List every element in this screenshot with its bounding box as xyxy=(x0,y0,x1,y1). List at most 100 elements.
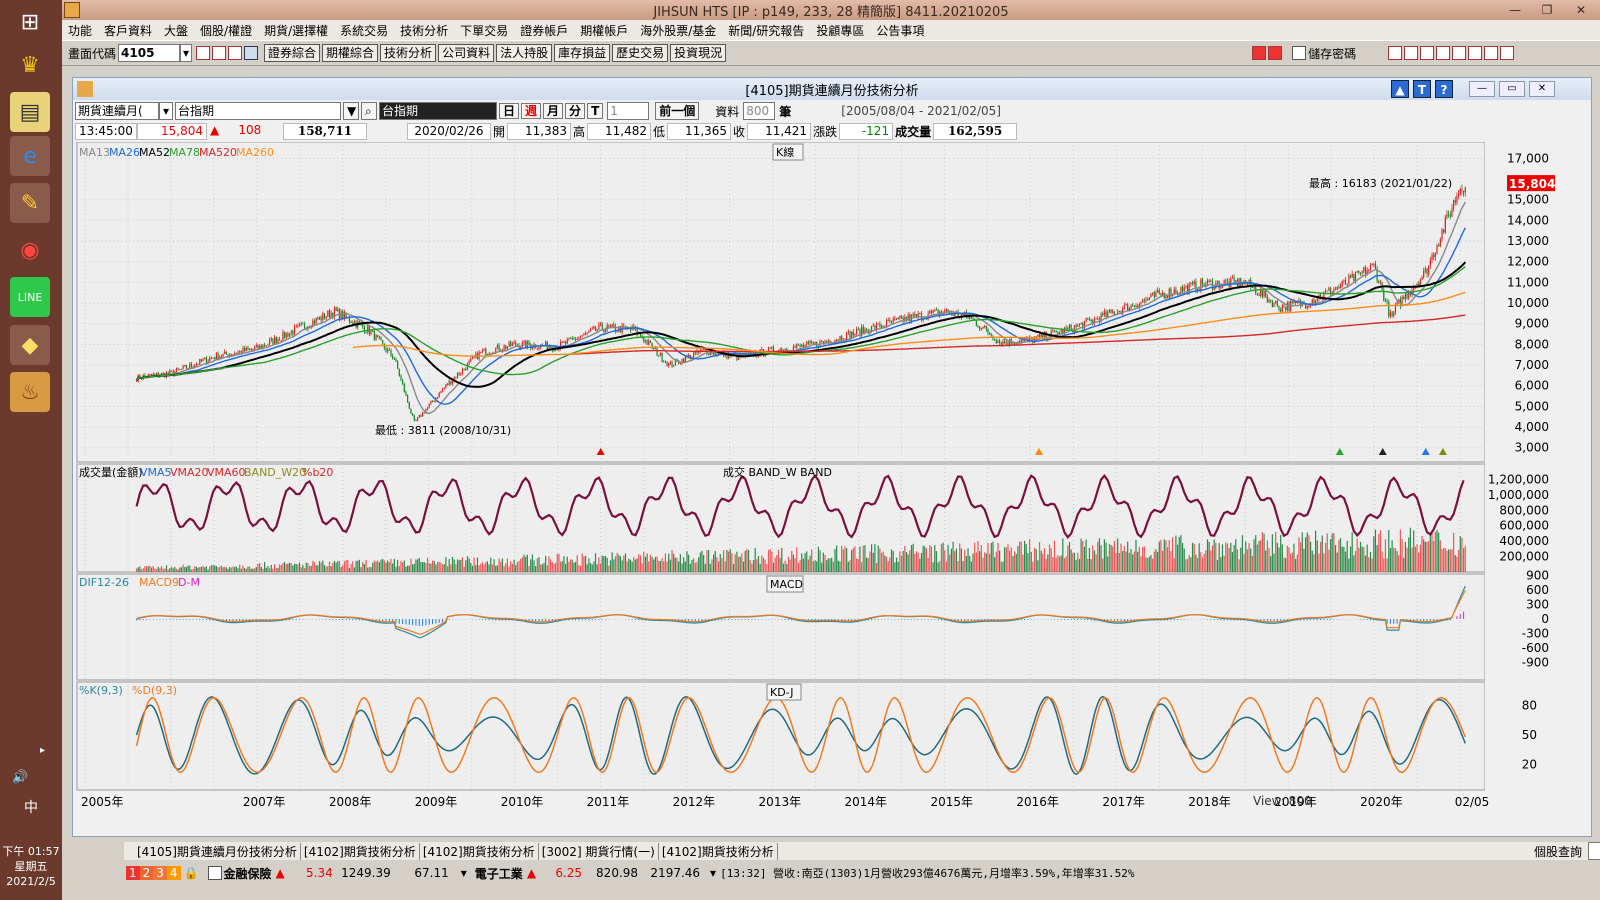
toolbar-button-4[interactable]: 法人持股 xyxy=(496,43,553,62)
menu-item-9[interactable]: 期權帳戶 xyxy=(580,22,628,39)
menu-item-10[interactable]: 海外股票/基金 xyxy=(640,22,716,39)
inner-restore-icon[interactable]: ▭ xyxy=(1499,81,1525,97)
save-password-checkbox[interactable] xyxy=(1292,46,1307,60)
search-red-icon[interactable] xyxy=(196,46,211,60)
page-2-icon[interactable]: 2 xyxy=(139,866,154,880)
right-query[interactable]: 個股查詢 xyxy=(1534,843,1582,860)
close-icon[interactable]: ✕ xyxy=(1566,0,1596,20)
crown-icon[interactable]: ♛ xyxy=(10,45,50,85)
code-input[interactable]: 4105 xyxy=(118,44,181,62)
tool-icon-5[interactable] xyxy=(1452,46,1467,60)
lock-icon[interactable]: 🔒 xyxy=(181,866,202,880)
search-icon[interactable]: ⌕ xyxy=(361,102,377,120)
period-4[interactable]: T xyxy=(587,103,604,119)
tab-0[interactable]: [4105]期貨連續月份技術分析 xyxy=(134,842,301,860)
help-icon[interactable]: ? xyxy=(1435,80,1453,98)
tab-1[interactable]: [4102]期貨技術分析 xyxy=(301,842,420,860)
tray-expand-icon[interactable]: ▸ xyxy=(40,745,45,756)
volume-bar xyxy=(1228,548,1230,572)
inner-minimize-icon[interactable]: — xyxy=(1469,81,1495,97)
save-password-label: 儲存密碼 xyxy=(1308,46,1357,61)
windows-start-icon[interactable]: ⊞ xyxy=(10,2,50,42)
tool-icon-3[interactable] xyxy=(1420,46,1435,60)
speaker-icon[interactable]: 🔊 xyxy=(12,770,28,785)
candle-body xyxy=(1022,339,1024,341)
contract-select[interactable]: 期貨連續月( xyxy=(75,102,159,120)
period-1[interactable]: 週 xyxy=(521,103,542,119)
line-icon[interactable]: LINE xyxy=(10,277,50,317)
toolbar-button-2[interactable]: 技術分析 xyxy=(380,43,437,62)
chart-area[interactable]: 2005年 2007年 2008年 2009年 2010年 2011年 2012年 2013年… xyxy=(73,142,1591,812)
toolbar-button-6[interactable]: 歷史交易 xyxy=(612,43,669,62)
tool-icon-2[interactable] xyxy=(1404,46,1419,60)
swiss-icon-1[interactable] xyxy=(1252,46,1267,60)
page-4-icon[interactable]: 4 xyxy=(166,866,181,880)
menu-item-4[interactable]: 期貨/選擇權 xyxy=(264,22,328,39)
paint-icon[interactable]: ✎ xyxy=(10,183,50,223)
volume-bar xyxy=(240,568,242,572)
period-qty[interactable]: 1 xyxy=(607,102,650,120)
ime-indicator[interactable]: 中 xyxy=(24,797,38,817)
page-3-icon[interactable]: 3 xyxy=(153,866,167,880)
tool-icon-7[interactable] xyxy=(1484,46,1499,60)
menu-item-1[interactable]: 客戶資料 xyxy=(104,22,152,39)
chart-red-icon[interactable] xyxy=(228,46,243,60)
folder-icon[interactable]: ▤ xyxy=(10,92,50,132)
tab-3[interactable]: [3002] 期貨行情(一) xyxy=(539,842,659,860)
sector1-dropdown-icon[interactable]: ▾ xyxy=(461,866,467,880)
clock[interactable]: 下午 01:57 星期五 2021/2/5 xyxy=(0,830,62,900)
sector2-dropdown-icon[interactable]: ▾ xyxy=(710,866,716,880)
tab-4[interactable]: [4102]期貨技術分析 xyxy=(659,842,778,860)
chevron-down-icon[interactable]: ▾ xyxy=(180,44,193,62)
period-3[interactable]: 分 xyxy=(565,103,586,119)
restore-icon[interactable]: ❐ xyxy=(1532,0,1562,20)
tool-icon-1[interactable] xyxy=(1388,46,1403,60)
period-2[interactable]: 月 xyxy=(543,103,564,119)
volume-bar xyxy=(1250,548,1252,572)
menu-item-3[interactable]: 個股/權證 xyxy=(200,22,252,39)
text-icon[interactable]: T xyxy=(1413,80,1431,98)
volume-bar xyxy=(225,567,227,572)
candle-body xyxy=(272,338,274,345)
data-count-input[interactable]: 800 xyxy=(743,102,776,120)
notes-icon[interactable]: ◆ xyxy=(10,325,50,365)
window-red-icon[interactable] xyxy=(212,46,227,60)
dropdown-blue-icon[interactable] xyxy=(244,46,259,60)
chrome-icon[interactable]: ◉ xyxy=(10,230,50,270)
ie-icon[interactable]: e xyxy=(10,136,50,176)
swiss-icon-2[interactable] xyxy=(1268,46,1283,60)
menu-item-13[interactable]: 公告事項 xyxy=(876,22,924,39)
symbol-dropdown-icon[interactable]: ▼ xyxy=(343,102,359,120)
page-1-icon[interactable]: 1 xyxy=(126,866,140,880)
tool-icon-8[interactable] xyxy=(1500,46,1515,60)
candle-body xyxy=(945,309,948,312)
menu-item-12[interactable]: 投顧專區 xyxy=(816,22,864,39)
prev-button[interactable]: 前一個 xyxy=(655,102,700,120)
toolbar-button-3[interactable]: 公司資料 xyxy=(438,43,495,62)
ticker-checkbox[interactable] xyxy=(207,866,222,880)
menu-item-6[interactable]: 技術分析 xyxy=(400,22,448,39)
jihsun-icon[interactable]: ♨ xyxy=(10,372,50,412)
menu-item-8[interactable]: 證券帳戶 xyxy=(520,22,568,39)
query-input[interactable] xyxy=(1588,842,1600,860)
inner-close-icon[interactable]: ✕ xyxy=(1529,81,1555,97)
period-0[interactable]: 日 xyxy=(499,103,520,119)
volume-bar xyxy=(789,559,791,572)
menu-item-2[interactable]: 大盤 xyxy=(164,22,188,39)
tab-2[interactable]: [4102]期貨技術分析 xyxy=(420,842,539,860)
toolbar-button-5[interactable]: 庫存損益 xyxy=(554,43,611,62)
symbol-input[interactable]: 台指期 xyxy=(175,102,341,120)
toolbar-button-1[interactable]: 期權綜合 xyxy=(322,43,379,62)
arrow-up-icon[interactable]: ▲ xyxy=(1391,80,1409,98)
toolbar-button-0[interactable]: 證券綜合 xyxy=(264,43,321,62)
toolbar-button-7[interactable]: 投資現況 xyxy=(670,43,727,62)
minimize-icon[interactable]: — xyxy=(1500,0,1530,20)
candle-body xyxy=(1235,280,1237,282)
menu-item-5[interactable]: 系統交易 xyxy=(340,22,388,39)
menu-item-11[interactable]: 新聞/研究報告 xyxy=(728,22,804,39)
tool-icon-4[interactable] xyxy=(1436,46,1451,60)
menu-item-7[interactable]: 下單交易 xyxy=(460,22,508,39)
menu-item-0[interactable]: 功能 xyxy=(68,22,92,39)
contract-dropdown-icon[interactable]: ▾ xyxy=(159,102,173,120)
tool-icon-6[interactable] xyxy=(1468,46,1483,60)
